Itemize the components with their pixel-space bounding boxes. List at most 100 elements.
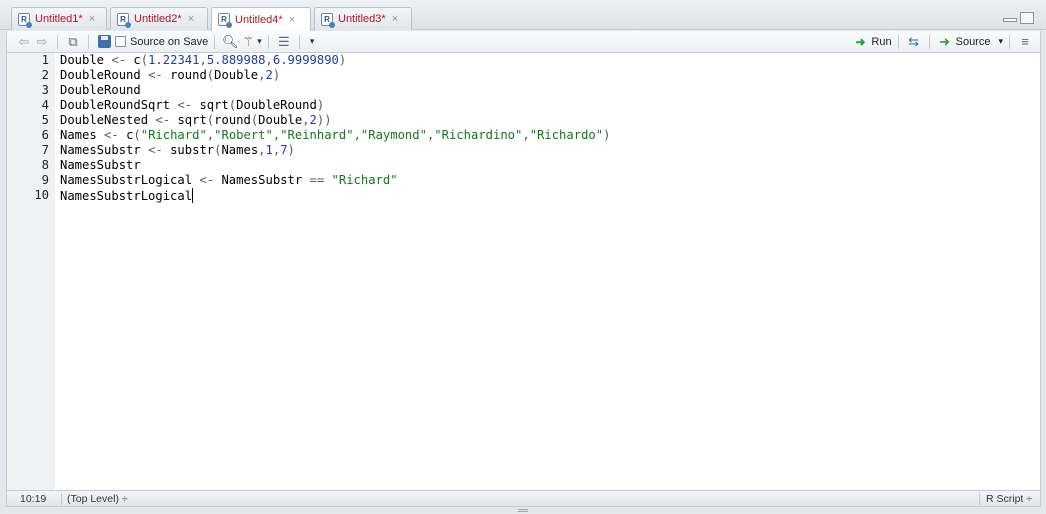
editor-toolbar: ⇦ ⇨ ⧉ Source on Save 🔍︎ ⚚ ▾ ☰ ▾ ➜ Run ⇆ … (6, 31, 1041, 53)
code-line[interactable]: NamesSubstrLogical <- NamesSubstr == "Ri… (60, 173, 398, 187)
text-cursor (192, 188, 194, 203)
tab-untitled4[interactable]: R Untitled4* × (211, 7, 311, 31)
identifier-token: round (214, 113, 251, 127)
code-line[interactable]: NamesSubstr <- substr(Names,1,7) (60, 143, 295, 157)
operator-token: <- (155, 113, 171, 127)
code-line[interactable]: Double <- c(1.22341,5.889988,6.9999890) (60, 53, 346, 67)
identifier-token: sqrt (199, 98, 229, 112)
close-icon[interactable]: × (188, 13, 194, 25)
source-label: Source (955, 35, 991, 48)
toolbar-divider (88, 34, 89, 49)
string-token: "Raymond" (360, 128, 427, 142)
minimize-pane-button[interactable] (1003, 18, 1017, 22)
scope-selector[interactable]: (Top Level) ÷ (67, 493, 128, 505)
identifier-token: DoubleRound (60, 68, 141, 82)
tab-untitled3[interactable]: R Untitled3* × (314, 7, 412, 30)
pane-resize-grip[interactable] (518, 509, 528, 512)
chevron-down-icon[interactable]: ▾ (310, 36, 315, 47)
identifier-token: c (133, 53, 141, 67)
number-token: 2 (309, 113, 317, 127)
status-divider (979, 493, 980, 505)
save-icon[interactable] (95, 33, 113, 51)
line-number: 7 (41, 143, 49, 157)
tab-label: Untitled4* (235, 13, 283, 26)
toolbar-divider (214, 34, 216, 49)
string-token: "Richardo" (529, 128, 604, 142)
operator-token: <- (148, 68, 163, 82)
source-arrow-icon: ➜ (939, 33, 951, 49)
chevron-down-icon[interactable]: ▾ (998, 36, 1003, 47)
toolbar-divider (298, 34, 300, 49)
code-line[interactable]: NamesSubstr (60, 158, 141, 172)
operator-token: ) (603, 128, 611, 142)
code-line[interactable]: DoubleNested <- sqrt(round(Double,2)) (60, 113, 332, 127)
source-on-save-checkbox[interactable] (115, 36, 126, 47)
back-arrow-icon[interactable]: ⇦ (15, 33, 33, 51)
source-on-save-label: Source on Save (130, 35, 209, 48)
identifier-token: substr (170, 143, 215, 157)
line-number: 3 (41, 83, 49, 97)
operator-token: ( (140, 53, 149, 67)
operator-token: ) (287, 143, 295, 157)
rerun-icon[interactable]: ⇆ (905, 33, 923, 51)
string-token: "Richardino" (434, 128, 523, 142)
close-icon[interactable]: × (289, 14, 295, 26)
compile-report-icon[interactable]: ☰ (275, 33, 293, 51)
code-line[interactable]: DoubleRoundSqrt <- sqrt(DoubleRound) (60, 98, 324, 112)
line-number: 4 (41, 98, 49, 112)
operator-token: , (522, 128, 530, 142)
show-in-window-icon[interactable]: ⧉ (64, 33, 82, 51)
identifier-token: NamesSubstrLogical (60, 173, 193, 187)
string-token: "Richard" (331, 173, 398, 187)
tab-label: Untitled3* (338, 13, 386, 25)
operator-token: , (302, 113, 310, 127)
operator-token: , (199, 53, 207, 67)
operator-token: == (309, 173, 325, 187)
number-token: 2 (265, 68, 273, 82)
number-token: 1.22341 (148, 53, 200, 67)
run-button[interactable]: ➜ Run (851, 33, 891, 51)
source-button[interactable]: ➜ Source ▾ (936, 33, 1003, 51)
search-icon[interactable]: 🔍︎ (221, 33, 239, 51)
status-divider (61, 493, 62, 505)
number-token: 1 (265, 143, 273, 157)
run-arrow-icon: ➜ (855, 34, 866, 49)
tab-label: Untitled2* (134, 13, 182, 25)
code-editor[interactable]: 1 2 3 4 5 6 7 8 9 10 Double <- c(1.22341… (6, 53, 1041, 490)
operator-token: , (258, 68, 266, 82)
operator-token: <- (104, 128, 119, 142)
identifier-token: DoubleNested (60, 113, 149, 127)
close-icon[interactable]: × (392, 13, 398, 25)
toolbar-divider (928, 34, 930, 49)
toolbar-divider (1009, 34, 1010, 49)
maximize-pane-button[interactable] (1020, 12, 1034, 24)
code-line[interactable]: DoubleRound <- round(Double,2) (60, 68, 280, 82)
file-type-selector[interactable]: R Script ÷ (986, 493, 1032, 505)
identifier-token: Names (221, 143, 259, 157)
code-line[interactable]: DoubleRound (60, 83, 141, 97)
line-number: 10 (34, 188, 49, 202)
chevron-down-icon[interactable]: ▾ (257, 36, 262, 47)
tab-untitled2[interactable]: R Untitled2* × (110, 7, 208, 30)
toolbar-divider (57, 34, 58, 49)
identifier-token: DoubleRound (60, 83, 141, 97)
cursor-position: 10:19 (20, 493, 47, 505)
r-script-icon: R (321, 12, 335, 28)
tab-untitled1[interactable]: R Untitled1* × (11, 7, 107, 30)
code-line[interactable]: Names <- c("Richard","Robert","Reinhard"… (60, 128, 610, 142)
document-outline-icon[interactable]: ≡ (1016, 33, 1034, 51)
forward-arrow-icon[interactable]: ⇨ (33, 33, 51, 51)
operator-token: ) (316, 98, 325, 112)
operator-token: <- (148, 143, 163, 157)
run-label: Run (871, 35, 892, 48)
identifier-token: sqrt (177, 113, 207, 127)
identifier-token: DoubleRoundSqrt (60, 98, 171, 112)
identifier-token: NamesSubstrLogical (60, 189, 193, 203)
identifier-token: DoubleRound (236, 98, 317, 112)
code-line[interactable]: NamesSubstrLogical (60, 188, 194, 203)
r-script-icon: R (218, 13, 232, 28)
code-tools-wand-icon[interactable]: ⚚ (239, 33, 257, 51)
operator-token: <- (111, 53, 127, 67)
close-icon[interactable]: × (89, 13, 95, 25)
line-number: 9 (41, 173, 49, 187)
